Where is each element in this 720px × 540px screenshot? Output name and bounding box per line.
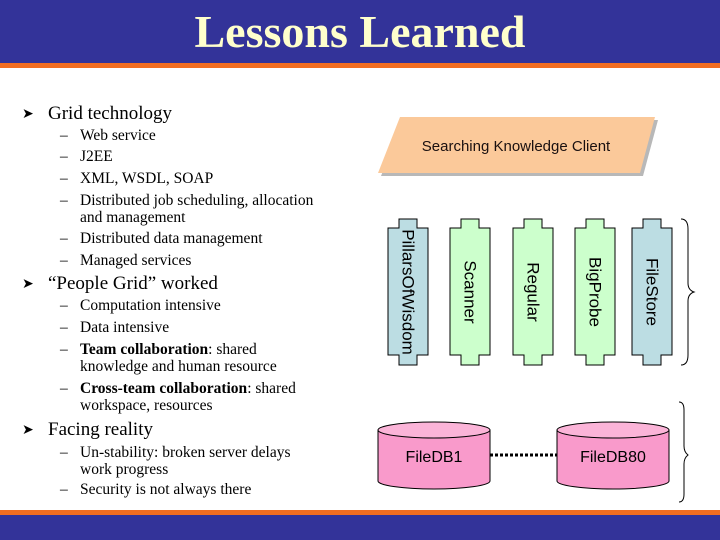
server-scanner: Scanner — [449, 218, 491, 366]
server-label: FileStore — [643, 258, 662, 326]
server-group: PillarsOfWisdom Scanner Regular BigProbe Fil… — [387, 218, 673, 366]
searching-knowledge-client: Searching Knowledge Client — [378, 117, 658, 176]
server-bigprobe: BigProbe — [574, 218, 616, 366]
cylinder-top — [556, 421, 670, 439]
slide-footer — [0, 515, 720, 540]
database-group-brace-icon — [678, 401, 689, 503]
database-group: FileDB1 FileDB80 — [377, 421, 670, 490]
client-label: Searching Knowledge Client — [422, 138, 611, 155]
architecture-diagram: Searching Knowledge Client PillarsOfWisd… — [377, 117, 696, 503]
cylinder-top — [377, 421, 491, 439]
server-label: BigProbe — [586, 257, 605, 327]
database-label: FileDB1 — [406, 449, 463, 466]
database-label: FileDB80 — [580, 449, 646, 466]
database-filedb1: FileDB1 — [377, 421, 491, 490]
server-label: Scanner — [461, 260, 480, 324]
server-filestore: FileStore — [631, 218, 673, 366]
server-label: PillarsOfWisdom — [399, 229, 418, 355]
server-label: Regular — [524, 262, 543, 322]
server-group-brace-icon — [680, 218, 696, 366]
server-regular: Regular — [512, 218, 554, 366]
server-pillarsofwisdom: PillarsOfWisdom — [387, 218, 429, 366]
database-filedb80: FileDB80 — [556, 421, 670, 490]
